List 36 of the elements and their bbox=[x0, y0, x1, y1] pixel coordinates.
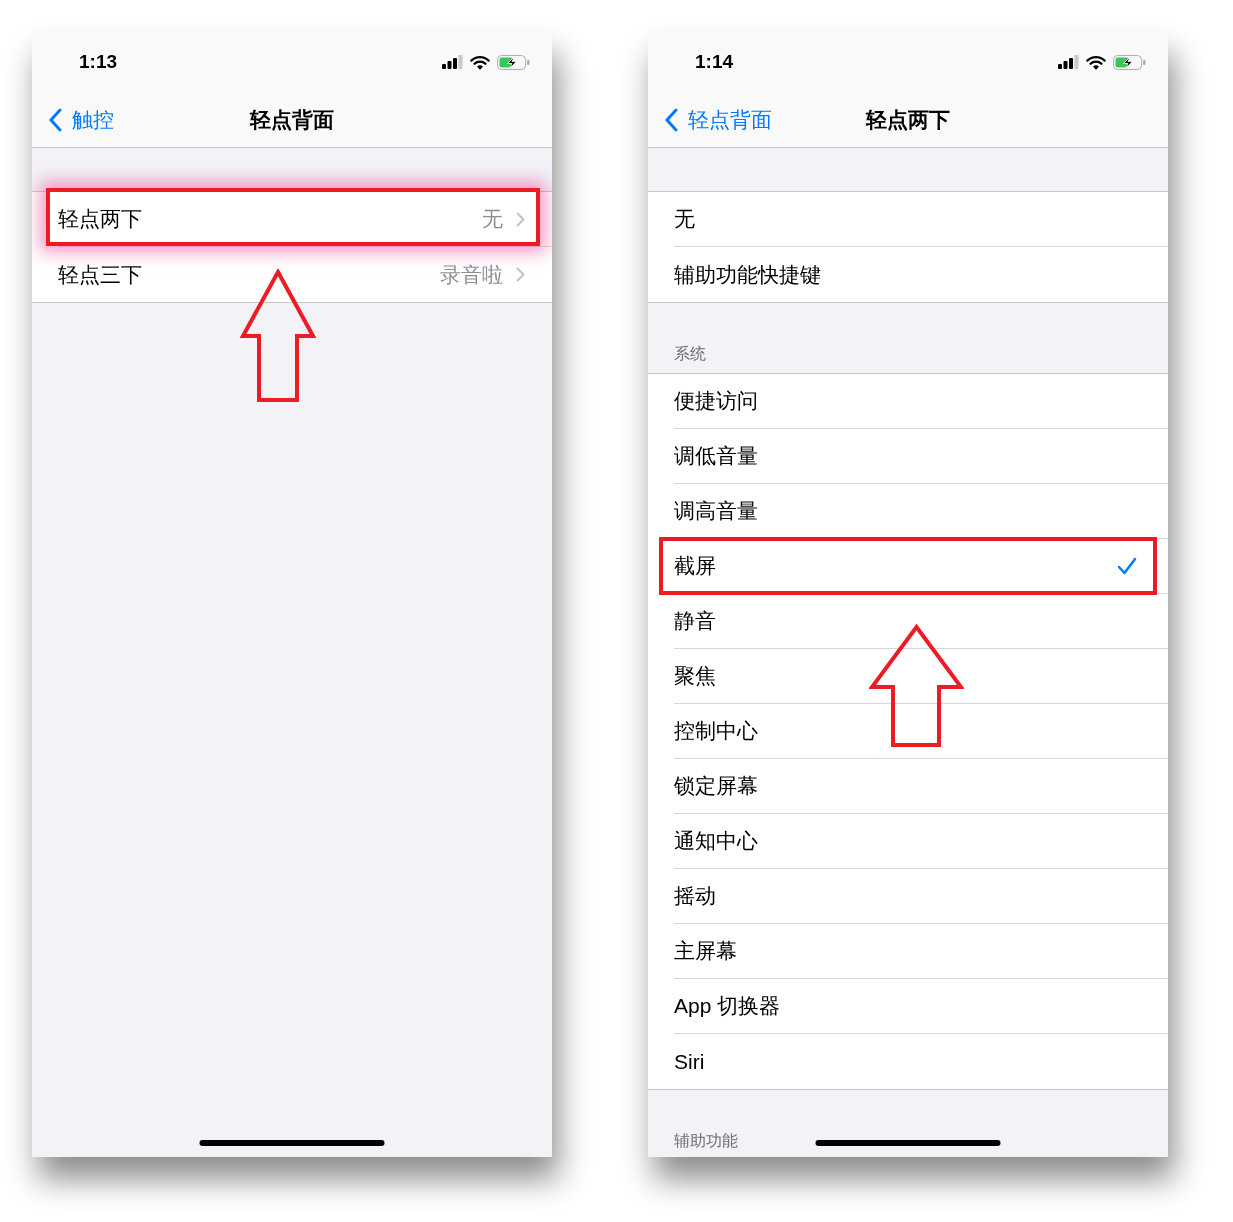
settings-row[interactable]: Siri bbox=[648, 1034, 1168, 1089]
nav-back-link[interactable]: 轻点背面 bbox=[664, 106, 772, 133]
settings-row[interactable]: 摇动 bbox=[648, 869, 1168, 924]
nav-back-link[interactable]: 触控 bbox=[48, 106, 114, 133]
settings-row[interactable]: 通知中心 bbox=[648, 814, 1168, 869]
settings-row[interactable]: 轻点三下 录音啦 bbox=[32, 247, 552, 302]
nav-title: 轻点两下 bbox=[866, 106, 950, 133]
settings-row[interactable]: 控制中心 bbox=[648, 704, 1168, 759]
back-chevron-icon bbox=[48, 107, 62, 132]
settings-row[interactable]: 辅助功能快捷键 bbox=[648, 247, 1168, 302]
status-time: 1:14 bbox=[695, 51, 734, 73]
settings-row[interactable]: 便捷访问 bbox=[648, 374, 1168, 429]
back-chevron-icon bbox=[664, 107, 678, 132]
signal-icon bbox=[1058, 55, 1079, 69]
settings-row[interactable]: 轻点两下 无 bbox=[32, 192, 552, 247]
settings-row[interactable]: 无 bbox=[648, 192, 1168, 247]
settings-row[interactable]: 聚焦 bbox=[648, 649, 1168, 704]
section-header: 系统 bbox=[674, 344, 706, 363]
charging-battery-icon bbox=[1113, 54, 1146, 70]
chevron-right-icon bbox=[516, 267, 525, 282]
settings-row[interactable]: 调高音量 bbox=[648, 484, 1168, 539]
settings-row[interactable]: 锁定屏幕 bbox=[648, 759, 1168, 814]
settings-row[interactable]: 主屏幕 bbox=[648, 924, 1168, 979]
nav-title: 轻点背面 bbox=[250, 106, 334, 133]
settings-row[interactable]: App 切换器 bbox=[648, 979, 1168, 1034]
chevron-right-icon bbox=[516, 211, 525, 227]
section-header: 辅助功能 bbox=[674, 1131, 738, 1150]
row-value: 录音啦 bbox=[440, 261, 503, 288]
settings-row[interactable]: 调低音量 bbox=[648, 429, 1168, 484]
signal-icon bbox=[442, 55, 463, 69]
wifi-icon bbox=[1086, 54, 1106, 70]
charging-battery-icon bbox=[497, 54, 530, 70]
wifi-icon bbox=[470, 54, 490, 70]
row-value: 无 bbox=[482, 206, 503, 232]
status-time: 1:13 bbox=[79, 51, 118, 73]
settings-row[interactable]: 静音 bbox=[648, 594, 1168, 649]
